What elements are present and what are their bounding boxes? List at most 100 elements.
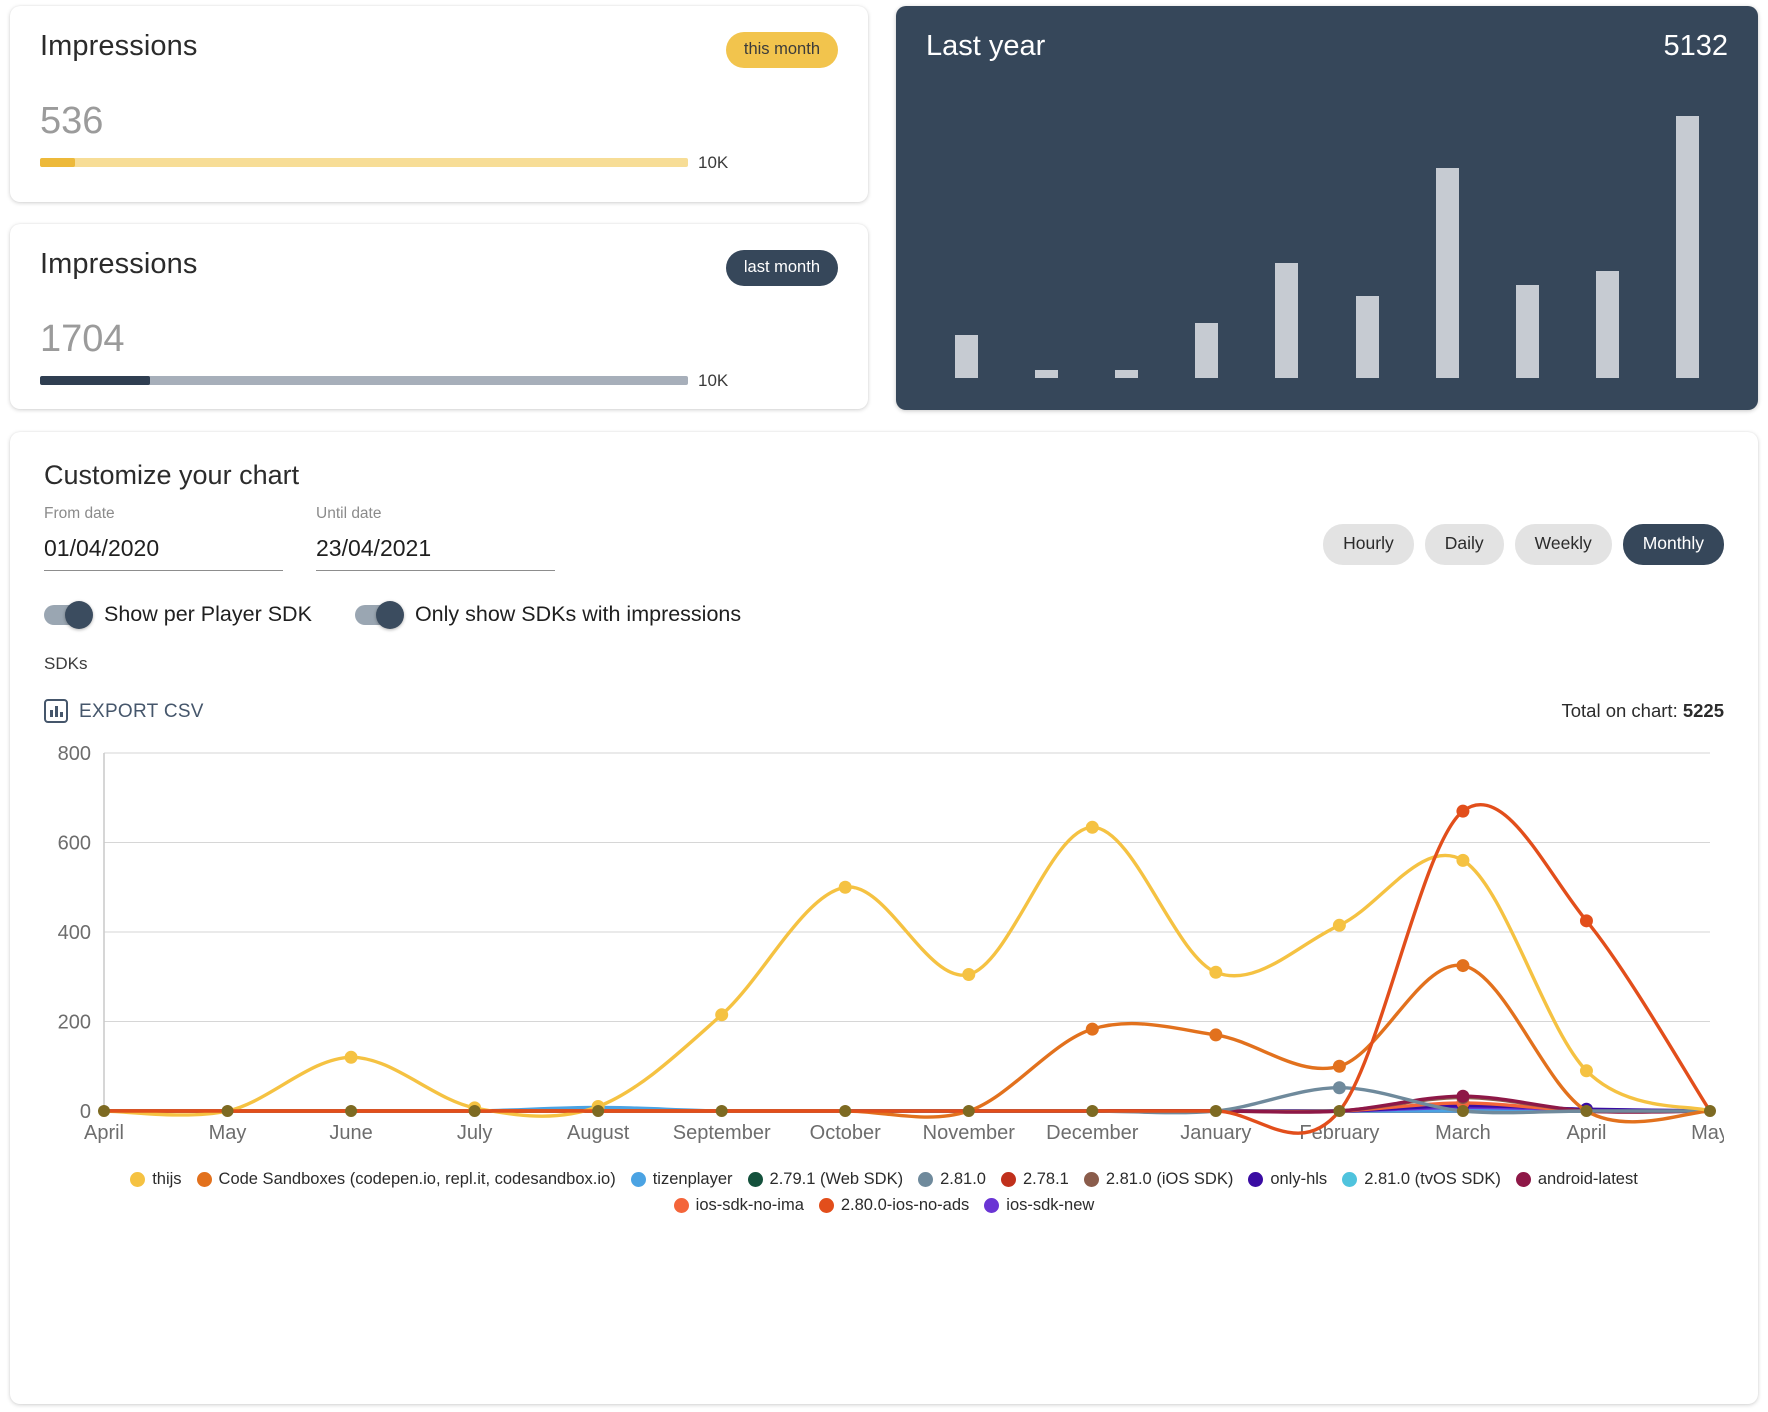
progress-track — [40, 376, 688, 385]
toggle-label: Only show SDKs with impressions — [415, 604, 741, 626]
legend-color-swatch — [1084, 1172, 1099, 1187]
svg-text:May: May — [1691, 1122, 1724, 1144]
baseline-marker — [1580, 1105, 1592, 1117]
legend-item[interactable]: thijs — [130, 1171, 181, 1188]
from-date-input[interactable]: 01/04/2020 — [44, 536, 283, 571]
from-date-label: From date — [44, 506, 283, 522]
bar — [1596, 271, 1619, 378]
until-date-field[interactable]: Until date 23/04/2021 — [316, 506, 555, 571]
legend-label: 2.80.0-ios-no-ads — [841, 1197, 969, 1214]
baseline-marker — [469, 1105, 481, 1117]
svg-text:March: March — [1435, 1122, 1491, 1144]
legend-color-swatch — [631, 1172, 646, 1187]
svg-text:December: December — [1046, 1122, 1139, 1144]
baseline-marker — [1704, 1105, 1716, 1117]
impressions-this-month-card: Impressions this month 536 10K — [10, 6, 868, 202]
legend-item[interactable]: android-latest — [1516, 1171, 1638, 1188]
svg-text:0: 0 — [80, 1101, 91, 1123]
granularity-option-monthly[interactable]: Monthly — [1623, 524, 1724, 565]
svg-text:January: January — [1180, 1122, 1251, 1144]
legend-label: 2.79.1 (Web SDK) — [770, 1171, 904, 1188]
progress-fill — [40, 158, 75, 167]
legend-item[interactable]: 2.79.1 (Web SDK) — [748, 1171, 904, 1188]
last-year-header: Last year 5132 — [926, 32, 1728, 61]
impressions-value: 536 — [40, 102, 838, 140]
legend-item[interactable]: ios-sdk-new — [984, 1197, 1094, 1214]
legend-color-swatch — [1001, 1172, 1016, 1187]
total-on-chart-label: Total on chart: — [1562, 700, 1678, 721]
baseline-marker — [1457, 1105, 1469, 1117]
legend-item[interactable]: Code Sandboxes (codepen.io, repl.it, cod… — [197, 1171, 616, 1188]
legend-label: thijs — [152, 1171, 181, 1188]
legend-item[interactable]: ios-sdk-no-ima — [674, 1197, 804, 1214]
granularity-option-hourly[interactable]: Hourly — [1323, 524, 1414, 565]
bar — [1676, 116, 1699, 378]
legend-item[interactable]: only-hls — [1248, 1171, 1327, 1188]
switch-track[interactable] — [355, 605, 402, 625]
svg-text:November: November — [923, 1122, 1016, 1144]
legend-label: 2.81.0 (iOS SDK) — [1106, 1171, 1233, 1188]
baseline-marker — [222, 1105, 234, 1117]
legend-label: ios-sdk-new — [1006, 1197, 1094, 1214]
granularity-option-daily[interactable]: Daily — [1425, 524, 1504, 565]
legend-label: 2.81.0 (tvOS SDK) — [1364, 1171, 1501, 1188]
svg-text:September: September — [673, 1122, 771, 1144]
until-date-input[interactable]: 23/04/2021 — [316, 536, 555, 571]
export-row: EXPORT CSV Total on chart: 5225 — [44, 699, 1724, 723]
toggle-only-sdks-with-impressions[interactable]: Only show SDKs with impressions — [355, 604, 741, 626]
svg-text:April: April — [1566, 1122, 1606, 1144]
legend-color-swatch — [748, 1172, 763, 1187]
legend-item[interactable]: 2.81.0 (tvOS SDK) — [1342, 1171, 1501, 1188]
baseline-marker — [716, 1105, 728, 1117]
customize-title: Customize your chart — [44, 462, 1724, 489]
export-csv-button[interactable]: EXPORT CSV — [44, 699, 204, 723]
legend-color-swatch — [1248, 1172, 1263, 1187]
legend-item[interactable]: tizenplayer — [631, 1171, 733, 1188]
svg-text:May: May — [209, 1122, 247, 1144]
period-badge-last-month[interactable]: last month — [726, 250, 838, 286]
total-on-chart: Total on chart: 5225 — [1562, 702, 1725, 721]
export-csv-label: EXPORT CSV — [79, 702, 204, 721]
legend-color-swatch — [197, 1172, 212, 1187]
svg-text:October: October — [810, 1122, 881, 1144]
legend-label: Code Sandboxes (codepen.io, repl.it, cod… — [219, 1171, 616, 1188]
bar — [1115, 370, 1138, 378]
legend-row-1: thijs Code Sandboxes (codepen.io, repl.it… — [44, 1171, 1724, 1188]
svg-text:June: June — [329, 1122, 372, 1144]
impressions-last-month-card: Impressions last month 1704 10K — [10, 224, 868, 409]
granularity-option-weekly[interactable]: Weekly — [1515, 524, 1612, 565]
progress-max-label: 10K — [698, 371, 728, 391]
baseline-marker — [1086, 1105, 1098, 1117]
legend-item[interactable]: 2.81.0 (iOS SDK) — [1084, 1171, 1233, 1188]
bar — [1275, 263, 1298, 378]
toggle-show-per-player-sdk[interactable]: Show per Player SDK — [44, 604, 312, 626]
svg-text:400: 400 — [58, 922, 91, 944]
legend-item[interactable]: 2.78.1 — [1001, 1171, 1069, 1188]
sdk-impressions-line-chart: 0200400600800AprilMayJuneJulyAugustSepte… — [44, 737, 1724, 1167]
legend-item[interactable]: 2.81.0 — [918, 1171, 986, 1188]
legend-label: 2.78.1 — [1023, 1171, 1069, 1188]
baseline-marker — [1210, 1105, 1222, 1117]
legend-label: ios-sdk-no-ima — [696, 1197, 804, 1214]
switch-track[interactable] — [44, 605, 91, 625]
bar — [1035, 370, 1058, 378]
bar — [1356, 296, 1379, 378]
progress-max-label: 10K — [698, 153, 728, 173]
from-date-field[interactable]: From date 01/04/2020 — [44, 506, 283, 571]
switch-knob — [65, 601, 93, 629]
toggle-row: Show per Player SDK Only show SDKs with … — [44, 604, 1724, 626]
progress-row: 10K — [40, 371, 838, 391]
controls-row: From date 01/04/2020 Until date 23/04/20… — [44, 489, 1724, 571]
svg-text:800: 800 — [58, 743, 91, 765]
kpi-cards-column: Impressions this month 536 10K Impressio… — [10, 6, 868, 409]
period-badge-this-month[interactable]: this month — [726, 32, 838, 68]
switch-knob — [376, 601, 404, 629]
progress-track — [40, 158, 688, 167]
card-header: Impressions last month — [40, 250, 838, 286]
legend-color-swatch — [918, 1172, 933, 1187]
svg-text:April: April — [84, 1122, 124, 1144]
baseline-marker — [345, 1105, 357, 1117]
legend-item[interactable]: 2.80.0-ios-no-ads — [819, 1197, 969, 1214]
legend-label: 2.81.0 — [940, 1171, 986, 1188]
date-range-fields: From date 01/04/2020 Until date 23/04/20… — [44, 506, 555, 571]
